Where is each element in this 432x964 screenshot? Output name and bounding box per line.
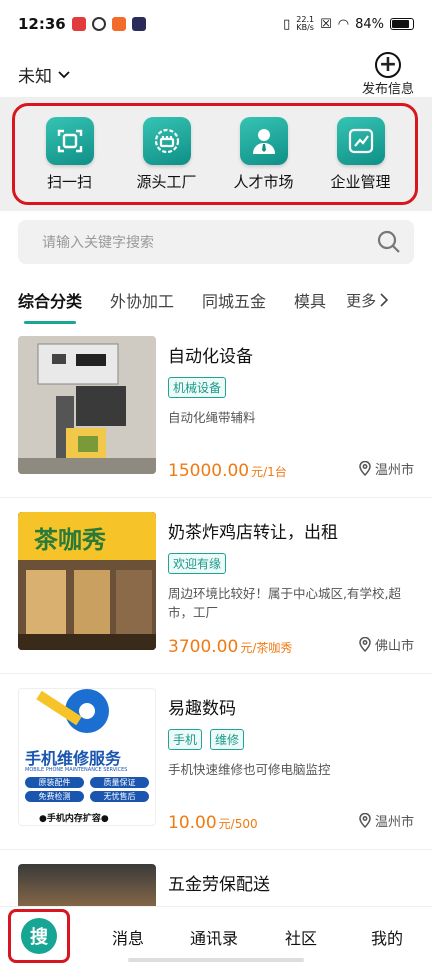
listing-tag: 手机 (168, 729, 203, 750)
scan-icon (45, 116, 94, 165)
shortcut-talent[interactable]: 人才市场 (219, 116, 309, 192)
listing-price: 10.00 (168, 813, 217, 833)
battery-icon (390, 18, 414, 30)
chevron-right-icon (380, 293, 389, 307)
shortcut-factory[interactable]: 源头工厂 (122, 116, 212, 192)
shortcut-enterprise[interactable]: 企业管理 (316, 116, 406, 192)
home-indicator (128, 958, 304, 962)
poster-badge: 质量保证 (90, 777, 149, 788)
listing-list: 自动化设备 机械设备 自动化绳带辅料 15000.00 元/1台 温州市 茶咖秀… (0, 322, 432, 910)
listing-image: 茶咖秀 (18, 512, 156, 650)
list-item[interactable]: 五金劳保配送 (0, 850, 432, 910)
tab-outsourcing[interactable]: 外协加工 (110, 288, 174, 312)
listing-image: 手机维修服务 MOBILE PHONE MAINTENANCE SERVICES… (18, 688, 156, 826)
shortcut-label: 源头工厂 (136, 172, 197, 191)
sim-icon: ☒ (320, 16, 332, 32)
nav-community[interactable]: 社区 (285, 925, 317, 949)
listing-location: 温州市 (359, 459, 414, 478)
status-time: 12:36 (18, 15, 66, 33)
chevron-down-icon (58, 70, 70, 78)
plus-icon: + (374, 52, 401, 78)
listing-unit: 元/1台 (251, 465, 287, 479)
top-bar: 未知 + 发布信息 (0, 52, 432, 97)
battery-percent: 84% (355, 16, 384, 32)
listing-description: 手机快速维修也可修电脑监控 (168, 762, 331, 777)
list-item[interactable]: 自动化设备 机械设备 自动化绳带辅料 15000.00 元/1台 温州市 (0, 322, 432, 498)
list-item[interactable]: 茶咖秀 奶茶炸鸡店转让，出租 欢迎有缘 周边环境比较好！属于中心城区,有学校,超… (0, 498, 432, 674)
shortcut-panel: 扫一扫 源头工厂 人才市场 企业管理 (12, 103, 418, 205)
network-speed: 22.1 KB/s (296, 15, 315, 32)
tab-mold[interactable]: 模具 (294, 288, 326, 312)
chart-icon (336, 116, 385, 165)
listing-image (18, 336, 156, 474)
listing-description: 自动化绳带辅料 (168, 410, 256, 425)
listing-unit: 元/500 (218, 817, 258, 831)
status-bar: 12:36 ▯ 22.1 KB/s ☒ ◠ 84% (0, 0, 432, 48)
nav-messages[interactable]: 消息 (112, 925, 144, 949)
listing-title: 易趣数码 (168, 699, 236, 719)
location-pin-icon (359, 461, 371, 476)
location-selector[interactable]: 未知 (18, 62, 70, 87)
listing-location: 佛山市 (359, 635, 414, 654)
poster-badge: 原装配件 (25, 777, 84, 788)
poster-badge: 免费检测 (25, 791, 84, 802)
listing-location: 温州市 (359, 811, 414, 830)
listing-title: 奶茶炸鸡店转让，出租 (168, 523, 338, 543)
poster-subtitle: MOBILE PHONE MAINTENANCE SERVICES (25, 767, 128, 773)
listing-unit: 元/茶咖秀 (240, 641, 293, 655)
listing-image (18, 864, 156, 910)
talent-icon (239, 116, 288, 165)
search-icon[interactable] (376, 229, 402, 255)
tab-more[interactable]: 更多 (346, 290, 389, 311)
shortcut-label: 扫一扫 (46, 172, 92, 191)
shortcut-label: 企业管理 (330, 172, 391, 191)
more-label: 更多 (346, 291, 377, 310)
listing-price: 3700.00 (168, 637, 239, 657)
app-notification-icon (131, 17, 146, 31)
shop-sign-text: 茶咖秀 (34, 526, 106, 554)
shortcut-scan[interactable]: 扫一扫 (25, 116, 115, 192)
search-input[interactable]: 请输入关键字搜索 (42, 232, 376, 252)
listing-title: 五金劳保配送 (168, 875, 270, 895)
listing-tag: 欢迎有缘 (168, 553, 227, 574)
poster-footer: ●手机内存扩容● (39, 814, 109, 824)
tab-local-hardware[interactable]: 同城五金 (202, 288, 266, 312)
listing-description: 周边环境比较好！属于中心城区,有学校,超市，工厂 (168, 586, 401, 620)
poster-badge: 无忧售后 (90, 791, 149, 802)
tab-comprehensive[interactable]: 综合分类 (18, 288, 82, 324)
poster-title: 手机维修服务 (25, 749, 122, 768)
search-bar[interactable]: 请输入关键字搜索 (18, 220, 414, 264)
nav-contacts[interactable]: 通讯录 (190, 925, 238, 949)
listing-tag: 机械设备 (168, 377, 227, 398)
app-notification-icon (111, 17, 126, 31)
publish-label: 发布信息 (361, 82, 414, 97)
bottom-nav: 搜 消息 通讯录 社区 我的 (0, 906, 432, 964)
shortcut-label: 人才市场 (233, 172, 294, 191)
location-label: 未知 (18, 67, 52, 87)
listing-tag: 维修 (210, 729, 245, 750)
listing-title: 自动化设备 (168, 347, 253, 367)
location-pin-icon (359, 637, 371, 652)
app-notification-icon (91, 17, 106, 31)
listing-price: 15000.00 (168, 461, 250, 481)
category-tabs: 综合分类 外协加工 同城五金 模具 更多 (0, 280, 432, 324)
nav-mine[interactable]: 我的 (371, 925, 403, 949)
nav-search[interactable]: 搜 (8, 909, 70, 963)
vibrate-icon: ▯ (283, 16, 291, 32)
factory-icon (142, 116, 191, 165)
list-item[interactable]: 手机维修服务 MOBILE PHONE MAINTENANCE SERVICES… (0, 674, 432, 850)
wifi-icon: ◠ (337, 16, 350, 32)
publish-button[interactable]: + 发布信息 (362, 52, 414, 97)
app-notification-icon (71, 17, 86, 31)
location-pin-icon (359, 813, 371, 828)
search-tab-icon: 搜 (21, 918, 57, 954)
